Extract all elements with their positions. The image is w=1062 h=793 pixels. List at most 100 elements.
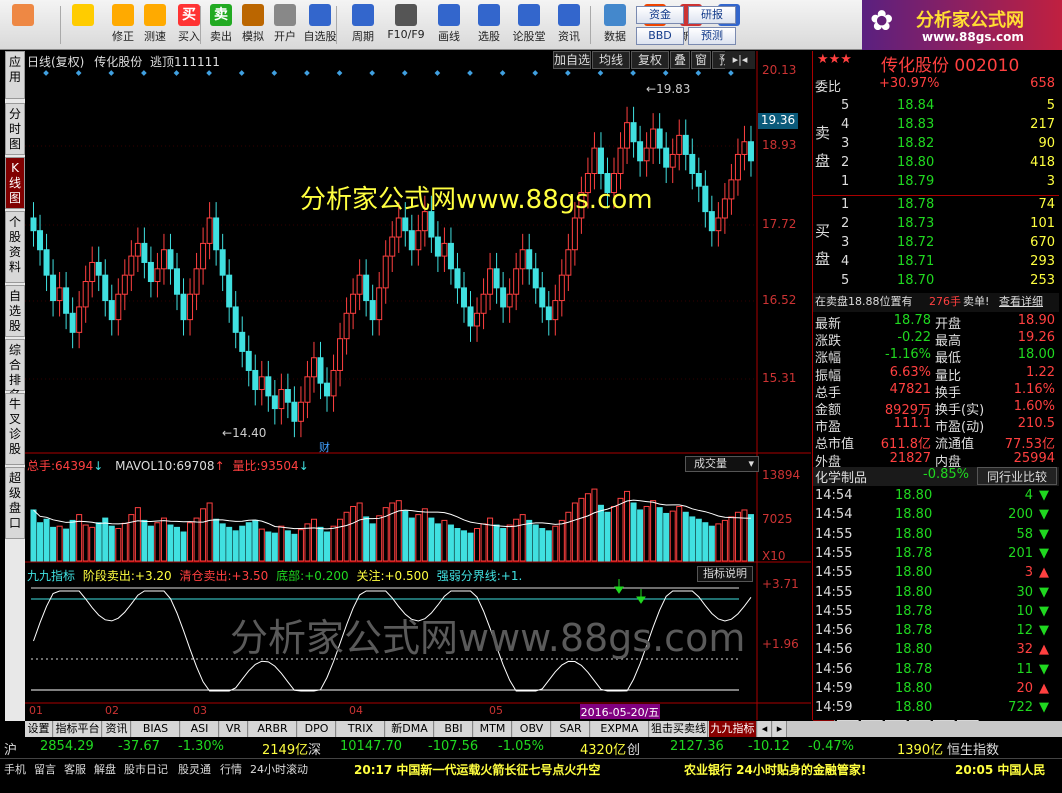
side-tab-6[interactable]: 牛叉诊股 (5, 393, 25, 465)
news-item-2[interactable]: 农业银行 24小时贴身的金融管家! (684, 761, 866, 778)
toolbar-button-15[interactable]: 数据 (598, 2, 632, 48)
volume-type-dropdown[interactable]: 成交量 ▾ (685, 456, 759, 472)
indicator-tab-4[interactable]: ASI (181, 721, 219, 737)
candle-body (102, 274, 109, 302)
candle-body (552, 300, 559, 321)
toolbar-button-12[interactable]: 选股 (472, 2, 506, 48)
kline-chart-area[interactable]: 日线(复权) 传化股份 逃顶111111 加自选均线复权叠窗预测 ▸|◂ 分析家… (25, 51, 811, 720)
toolbar-small-button[interactable]: 资金 (636, 6, 684, 24)
signal-diamond (565, 70, 571, 76)
side-tab-5[interactable]: 综合排名 (5, 339, 25, 402)
indicator-tab-3[interactable]: BIAS (132, 721, 180, 737)
candle-body (669, 153, 676, 168)
volume-bar (415, 514, 422, 562)
toolbar-button-8[interactable]: 自选股 (303, 2, 337, 48)
indicator-tab-7[interactable]: DPO (298, 721, 336, 737)
indicator-tab-10[interactable]: BBI (435, 721, 473, 737)
indicator-tab-8[interactable]: TRIX (337, 721, 385, 737)
toolbar-button-7[interactable]: 开户 (268, 2, 302, 48)
status-link-5[interactable]: 股灵通 (178, 761, 211, 777)
volume-bar (395, 500, 402, 562)
volume-bar (43, 518, 50, 562)
order-book-row[interactable]: 1 18.78 74 (841, 197, 1059, 216)
volume-bar (258, 528, 265, 562)
status-link-2[interactable]: 客服 (64, 761, 86, 777)
order-book-row[interactable]: 4 18.71 293 (841, 254, 1059, 273)
tick-row: 14:56 18.78 11 ▼ (815, 661, 1049, 677)
indicator-tab-5[interactable]: VR (220, 721, 248, 737)
news-item-3[interactable]: 20:05 中国人民 (955, 761, 1045, 778)
side-tab-4[interactable]: 自选股 (5, 285, 25, 337)
status-link-3[interactable]: 解盘 (94, 761, 116, 777)
indicator-help-button[interactable]: 指标说明 (697, 566, 753, 582)
toolbar-button-3[interactable]: 测速 (138, 2, 172, 48)
order-book-row[interactable]: 3 18.82 90 (841, 136, 1059, 155)
volume-bar (480, 523, 487, 562)
candle-body (467, 306, 474, 327)
candle-body (493, 268, 500, 289)
toolbar-button-6[interactable]: 模拟 (236, 2, 270, 48)
order-book-row[interactable]: 3 18.72 670 (841, 235, 1059, 254)
side-tab-1[interactable]: 分时图 (5, 103, 25, 155)
indicator-tab-2[interactable]: 资讯 (103, 721, 131, 737)
industry-compare-button[interactable]: 同行业比较 (977, 467, 1057, 485)
toolbar-button-2[interactable]: 修正 (106, 2, 140, 48)
indicator-tab-11[interactable]: MTM (474, 721, 512, 737)
status-link-6[interactable]: 行情 (220, 761, 242, 777)
finance-marker[interactable]: 财 (319, 439, 330, 455)
order-book-row[interactable]: 4 18.83 217 (841, 117, 1059, 136)
tab-scroll-right-icon[interactable]: ▸ (773, 721, 787, 737)
indicator-tab-6[interactable]: ARBR (249, 721, 297, 737)
quote-title: 传化股份 002010 (881, 56, 1020, 76)
toolbar-small-button[interactable]: 研报 (688, 6, 736, 24)
status-link-7[interactable]: 24小时滚动 (250, 761, 308, 777)
candle-body (656, 128, 663, 149)
indicator-header: 九九指标 阶段卖出:+3.20 清仓卖出:+3.50 底部:+0.200 关注:… (27, 569, 523, 583)
indicator-tab-15[interactable]: 狙击买卖线 (650, 721, 708, 737)
stats-row: 涨幅 -1.16% 最低 18.00 (815, 347, 1055, 367)
volume-bar (630, 502, 637, 562)
toolbar-button-13[interactable]: 论股堂 (512, 2, 546, 48)
status-link-0[interactable]: 手机 (4, 761, 26, 777)
news-item-1[interactable]: 20:17 中国新一代运载火箭长征七号点火升空 (354, 761, 600, 778)
order-book-row[interactable]: 5 18.84 5 (841, 98, 1059, 117)
signal-diamond (499, 70, 506, 76)
side-tab-3[interactable]: 个股资料 (5, 211, 25, 283)
side-tab-0[interactable]: 应用 (5, 51, 25, 99)
status-link-4[interactable]: 股市日记 (124, 761, 168, 777)
signal-diamond (336, 70, 343, 76)
toolbar-button-14[interactable]: 资讯 (552, 2, 586, 48)
view-detail-link[interactable]: 查看详细 (999, 293, 1043, 309)
toolbar-button-10[interactable]: F10/F9 (384, 2, 428, 48)
order-book-row[interactable]: 5 18.70 253 (841, 273, 1059, 292)
buy-side-label: 买盘 (815, 222, 831, 268)
indicator-tab-16[interactable]: 九九指标 (709, 721, 757, 737)
indicator-tab-13[interactable]: SAR (552, 721, 590, 737)
side-tab-7[interactable]: 超级盘口 (5, 467, 25, 539)
toolbar-button-0[interactable] (6, 2, 40, 48)
volume-bar (500, 528, 507, 562)
watermark-top: 分析家公式网www.88gs.com (300, 185, 653, 215)
order-book-row[interactable]: 2 18.80 418 (841, 155, 1059, 174)
toolbar-button-1[interactable] (66, 2, 100, 48)
toolbar-button-5[interactable]: 卖卖出 (204, 2, 238, 48)
tab-scroll-left-icon[interactable]: ◂ (758, 721, 772, 737)
indicator-tab-12[interactable]: OBV (513, 721, 551, 737)
indicator-tab-9[interactable]: 新DMA (386, 721, 434, 737)
indicator-tab-1[interactable]: 指标平台 (54, 721, 102, 737)
sell-signal-arrow-icon (614, 579, 624, 594)
volume-tick: 7025 (762, 512, 793, 526)
indicator-tab-14[interactable]: EXPMA (591, 721, 649, 737)
order-book-row[interactable]: 1 18.79 3 (841, 174, 1059, 193)
order-book-row[interactable]: 2 18.73 101 (841, 216, 1059, 235)
indicator-tab-0[interactable]: 设置 (25, 721, 53, 737)
candle-body (747, 141, 754, 162)
toolbar-small-button[interactable]: 预测 (688, 27, 736, 45)
toolbar-button-9[interactable]: 周期 (346, 2, 380, 48)
side-tab-2[interactable]: K线图 (5, 157, 25, 209)
toolbar-small-button[interactable]: BBD (636, 27, 684, 45)
status-link-1[interactable]: 留言 (34, 761, 56, 777)
toolbar-button-11[interactable]: 画线 (432, 2, 466, 48)
volume-bar (558, 519, 565, 562)
candle-body (37, 230, 44, 251)
